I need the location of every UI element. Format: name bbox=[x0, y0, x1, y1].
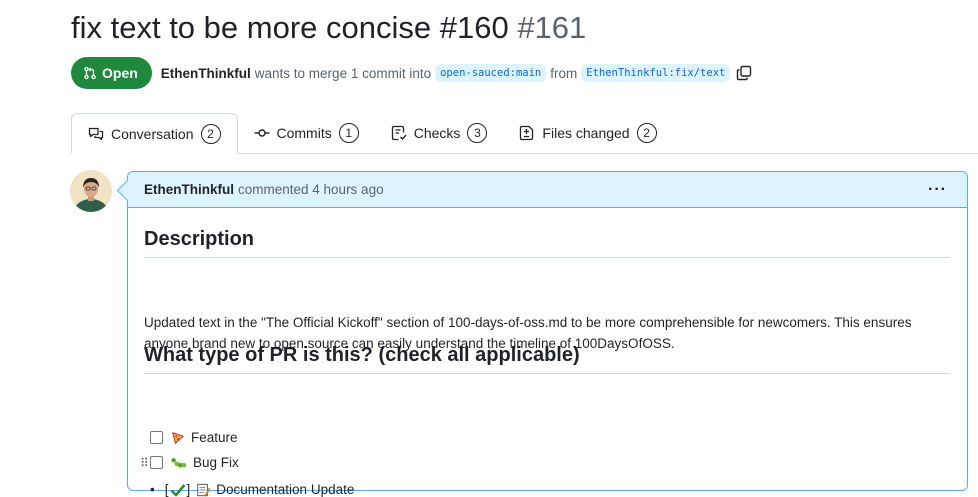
base-branch[interactable]: open-sauced:main bbox=[435, 64, 547, 82]
from-text: from bbox=[550, 65, 578, 81]
heading-description: Description bbox=[144, 228, 950, 258]
avatar[interactable] bbox=[70, 170, 112, 212]
pr-title-text: fix text to be more concise #160 bbox=[71, 10, 509, 45]
memo-emoji-icon bbox=[196, 483, 211, 497]
pr-title: fix text to be more concise #160 #161 bbox=[71, 10, 586, 46]
state-label: Open bbox=[102, 65, 138, 81]
pr-meta: Open EthenThinkful wants to merge 1 comm… bbox=[71, 57, 752, 89]
pr-tabs: Conversation 2 Commits 1 Checks 3 Files … bbox=[71, 113, 978, 154]
state-badge: Open bbox=[71, 57, 152, 89]
head-branch[interactable]: EthenThinkful:fix/text bbox=[581, 64, 731, 82]
task-label: Bug Fix bbox=[193, 455, 239, 470]
task-checkbox[interactable] bbox=[150, 431, 163, 444]
task-feature: Feature bbox=[150, 430, 238, 445]
git-commit-icon bbox=[254, 129, 269, 137]
bullet: • bbox=[150, 482, 155, 497]
task-label: Documentation Update bbox=[216, 482, 355, 497]
kebab-menu-icon[interactable]: ··· bbox=[928, 181, 947, 199]
task-suffix: ] bbox=[186, 482, 191, 497]
git-pull-request-icon bbox=[84, 66, 96, 80]
tab-counter: 3 bbox=[467, 123, 488, 143]
tab-counter: 2 bbox=[636, 123, 657, 143]
tab-label: Conversation bbox=[111, 125, 194, 142]
pizza-emoji-icon bbox=[171, 431, 185, 445]
copy-icon[interactable] bbox=[736, 65, 752, 81]
tab-conversation[interactable]: Conversation 2 bbox=[71, 113, 238, 154]
tab-counter: 2 bbox=[200, 123, 221, 144]
pr-number: #161 bbox=[517, 10, 587, 45]
task-label: Feature bbox=[191, 430, 238, 445]
comment-header: EthenThinkful commented 4 hours ago ··· bbox=[128, 172, 967, 208]
checklist-icon bbox=[391, 125, 407, 141]
file-diff-icon bbox=[520, 125, 534, 141]
caterpillar-emoji-icon bbox=[171, 456, 187, 470]
tab-counter: 1 bbox=[338, 123, 359, 143]
pr-author-link[interactable]: EthenThinkful bbox=[161, 66, 251, 81]
merge-text: wants to merge 1 commit into bbox=[254, 65, 432, 81]
task-documentation-update: • [ ] Documentation Update bbox=[150, 482, 354, 497]
comment-discussion-icon bbox=[88, 127, 104, 140]
task-prefix: [ bbox=[164, 482, 169, 497]
comment-author-link[interactable]: EthenThinkful bbox=[144, 182, 234, 197]
tab-label: Commits bbox=[276, 125, 332, 141]
task-bug-fix: ⠿ Bug Fix bbox=[140, 455, 239, 470]
tab-commits[interactable]: Commits 1 bbox=[238, 113, 375, 153]
tab-files-changed[interactable]: Files changed 2 bbox=[503, 113, 672, 153]
comment-timestamp[interactable]: commented 4 hours ago bbox=[238, 182, 384, 197]
heavy-check-mark-icon bbox=[170, 483, 186, 497]
heading-pr-type: What type of PR is this? (check all appl… bbox=[144, 344, 950, 374]
tab-checks[interactable]: Checks 3 bbox=[375, 113, 504, 153]
comment-box: EthenThinkful commented 4 hours ago ··· … bbox=[127, 171, 968, 497]
drag-handle-icon[interactable]: ⠿ bbox=[140, 456, 149, 470]
tab-label: Checks bbox=[413, 125, 461, 141]
tab-label: Files changed bbox=[542, 125, 630, 141]
task-checkbox[interactable] bbox=[150, 456, 163, 469]
